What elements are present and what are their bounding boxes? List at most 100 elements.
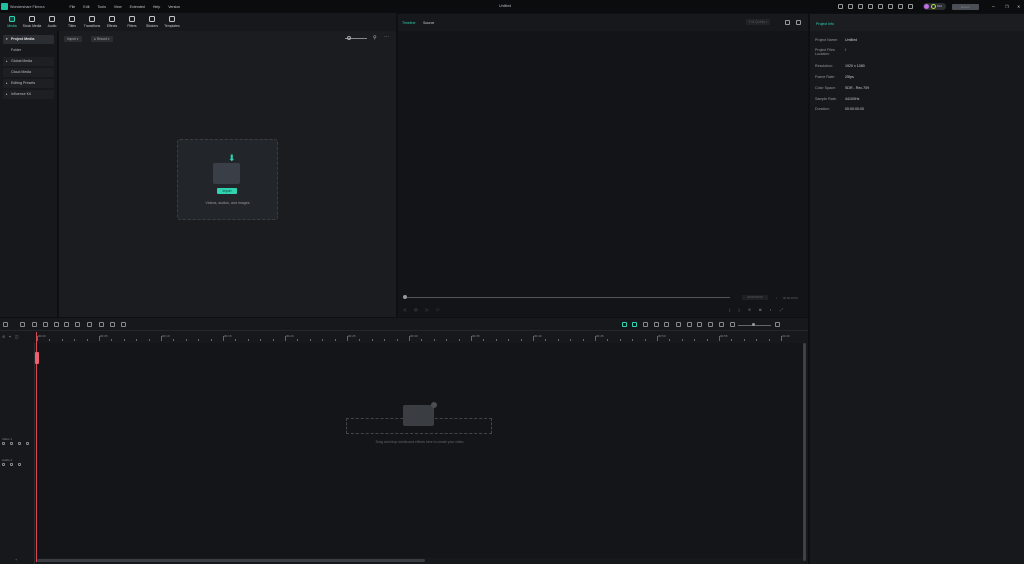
avatar[interactable] [924, 4, 929, 9]
audio-icon[interactable]: ◐ [769, 307, 771, 312]
import-button[interactable]: Import [217, 188, 237, 194]
link-icon[interactable] [18, 463, 21, 466]
tab-audio[interactable]: Audio [42, 13, 62, 31]
menu-file[interactable]: File [70, 5, 76, 9]
send-icon[interactable] [848, 4, 853, 9]
playhead[interactable] [36, 332, 37, 562]
vertical-scrollbar[interactable] [803, 343, 806, 561]
stop-icon[interactable]: □ [437, 307, 439, 312]
timeline-ruler[interactable]: 00:00 00:05 00:10 00:15 00:20 00:25 00:30 00:35… [37, 331, 803, 343]
visibility-icon[interactable] [10, 442, 13, 445]
menu-help[interactable]: Help [153, 5, 160, 9]
zoom-in-icon[interactable] [775, 322, 780, 327]
settings-icon[interactable] [121, 322, 126, 327]
lock-icon[interactable] [2, 442, 5, 445]
playback-progress[interactable] [405, 297, 730, 298]
mark-in-icon[interactable]: { [729, 307, 730, 312]
tab-timeline[interactable]: Timeline [402, 21, 415, 25]
menu-tools[interactable]: Tools [98, 5, 106, 9]
playhead-handle[interactable] [35, 352, 39, 364]
export-button[interactable]: Export [952, 4, 979, 10]
speech-icon[interactable] [664, 322, 669, 327]
phone-icon[interactable] [858, 4, 863, 9]
sidebar-item-folder[interactable]: Folder [3, 46, 54, 55]
monitor-icon[interactable] [868, 4, 873, 9]
tab-templates[interactable]: Templates [162, 13, 182, 31]
mixer-icon[interactable] [697, 322, 702, 327]
visibility-icon[interactable] [10, 463, 13, 466]
beat-icon[interactable] [632, 322, 637, 327]
ai-cutout-icon[interactable] [87, 322, 92, 327]
sidebar-item-influence-kit[interactable]: ▸ Influence Kit [3, 90, 54, 99]
minimize-icon[interactable]: – [992, 4, 995, 10]
link-icon[interactable]: ⚭ [8, 334, 11, 339]
progress-handle[interactable] [403, 295, 407, 299]
tab-stickers[interactable]: Stickers [142, 13, 162, 31]
bulb-icon[interactable] [898, 4, 903, 9]
filter-icon[interactable]: ⚲ [373, 35, 377, 41]
sidebar-item-editing-presets[interactable]: ▸ Editing Presets [3, 79, 54, 88]
add-track-icon[interactable]: ⊕ [2, 334, 5, 339]
import-dropdown[interactable]: Import ▾ [64, 36, 82, 42]
tab-stock-media[interactable]: Stock Media [22, 13, 42, 31]
previous-frame-icon[interactable]: ◁ [403, 307, 406, 312]
menu-version[interactable]: Version [168, 5, 180, 9]
grid-icon[interactable] [908, 4, 913, 9]
audio-icon[interactable] [26, 442, 29, 445]
more-icon[interactable]: ⋯ [384, 34, 389, 40]
mask-icon[interactable] [643, 322, 648, 327]
grid-icon[interactable] [3, 322, 8, 327]
ai-icon[interactable] [654, 322, 659, 327]
cut-icon[interactable] [64, 322, 69, 327]
sidebar-item-cloud-media[interactable]: Cloud Media [3, 68, 54, 77]
save-icon[interactable] [878, 4, 883, 9]
tab-effects[interactable]: Effects [102, 13, 122, 31]
restore-icon[interactable]: ❐ [1005, 4, 1009, 9]
camera-icon[interactable]: ◙ [759, 307, 761, 312]
tab-source[interactable]: Source [423, 21, 434, 25]
sidebar-item-project-media[interactable]: ▾ Project Media [3, 35, 54, 44]
timeline-tracks[interactable] [37, 343, 803, 558]
lock-icon[interactable] [2, 463, 5, 466]
zoom-slider-handle[interactable] [347, 36, 351, 40]
speed-icon[interactable] [99, 322, 104, 327]
close-icon[interactable]: ✕ [1017, 4, 1020, 9]
zoom-out-icon[interactable] [730, 322, 735, 327]
tab-media[interactable]: Media [2, 13, 22, 31]
add-icon[interactable]: + [15, 557, 17, 562]
mark-out-icon[interactable]: } [738, 307, 739, 312]
fullscreen-icon[interactable]: ⤢ [780, 307, 783, 312]
snapshot-icon[interactable] [785, 20, 790, 25]
tab-filters[interactable]: Filters [122, 13, 142, 31]
split-screen-icon[interactable] [708, 322, 713, 327]
delete-icon[interactable] [54, 322, 59, 327]
tab-titles[interactable]: Titles [62, 13, 82, 31]
quality-dropdown[interactable]: Full Quality ▾ [746, 19, 771, 25]
sidebar-item-global-media[interactable]: ▸ Global Media [3, 57, 54, 66]
redo-icon[interactable] [43, 322, 48, 327]
subtitle-icon[interactable] [719, 322, 724, 327]
ruler-major-tick [657, 336, 658, 341]
link-icon[interactable] [18, 442, 21, 445]
mic-icon[interactable] [687, 322, 692, 327]
horizontal-scrollbar[interactable] [37, 559, 425, 562]
text-icon[interactable] [75, 322, 80, 327]
gift-icon[interactable] [838, 4, 843, 9]
layout-icon[interactable] [796, 20, 801, 25]
pointer-icon[interactable] [20, 322, 25, 327]
auto-reframe-icon[interactable] [622, 322, 627, 327]
tab-transitions[interactable]: Transitions [82, 13, 102, 31]
record-dropdown[interactable]: ● Record ▾ [91, 36, 113, 42]
timeline-zoom-handle[interactable] [752, 323, 755, 326]
menu-extended[interactable]: Extended [130, 5, 145, 9]
play-back-icon[interactable]: ◎ [414, 307, 418, 312]
zoom-icon[interactable]: ⊕ [748, 307, 751, 312]
play-icon[interactable]: ▷ [426, 307, 429, 312]
keyframe-icon[interactable] [110, 322, 115, 327]
menu-edit[interactable]: Edit [83, 5, 89, 9]
visibility-icon[interactable]: ◫ [15, 334, 19, 339]
shield-icon[interactable] [676, 322, 681, 327]
menu-view[interactable]: View [114, 5, 122, 9]
cloud-icon[interactable] [888, 4, 893, 9]
undo-icon[interactable] [32, 322, 37, 327]
